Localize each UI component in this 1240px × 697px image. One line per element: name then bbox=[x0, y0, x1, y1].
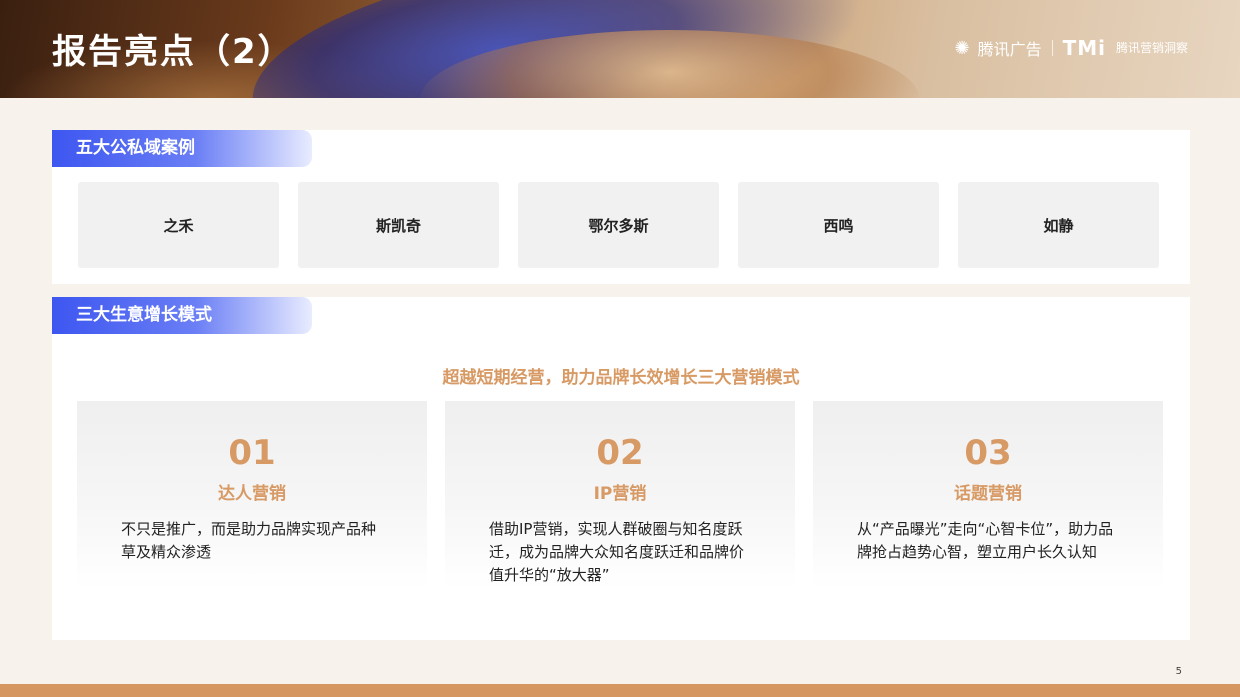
mode-description: 借助IP营销，实现人群破圈与知名度跃迁，成为品牌大众知名度跃迁和品牌价值升华的“… bbox=[489, 520, 745, 584]
mode-name: 达人营销 bbox=[218, 484, 286, 504]
page-number: 5 bbox=[1175, 666, 1182, 677]
cases-list: 之禾 斯凯奇 鄂尔多斯 西鸣 如静 bbox=[78, 182, 1159, 268]
case-card: 如静 bbox=[958, 182, 1159, 268]
mode-card: 02 IP营销 借助IP营销，实现人群破圈与知名度跃迁，成为品牌大众知名度跃迁和… bbox=[445, 401, 795, 589]
tmi-logo-text: 腾讯营销洞察 bbox=[1115, 41, 1188, 55]
mode-description: 从“产品曝光”走向“心智卡位”，助力品牌抢占趋势心智，塑立用户长久认知 bbox=[857, 520, 1114, 561]
mode-card: 01 达人营销 不只是推广，而是助力品牌实现产品种草及精众渗透 bbox=[77, 401, 427, 589]
modes-list: 01 达人营销 不只是推广，而是助力品牌实现产品种草及精众渗透 02 IP营销 … bbox=[77, 401, 1163, 589]
case-card: 鄂尔多斯 bbox=[518, 182, 719, 268]
tencent-ads-logo-icon: ✺ bbox=[954, 37, 969, 59]
tmi-logo: TMi bbox=[1062, 36, 1106, 60]
footer-bar bbox=[0, 684, 1240, 697]
section-subtitle: 超越短期经营，助力品牌长效增长三大营销模式 bbox=[442, 368, 800, 388]
case-card: 西鸣 bbox=[738, 182, 939, 268]
case-card: 之禾 bbox=[78, 182, 279, 268]
mode-name: IP营销 bbox=[593, 484, 647, 504]
mode-number: 03 bbox=[964, 433, 1012, 473]
page-title: 报告亮点（2） bbox=[52, 32, 294, 72]
brand-divider bbox=[1051, 40, 1053, 56]
section-tag-growth-modes: 三大生意增长模式 bbox=[52, 297, 312, 334]
mode-number: 01 bbox=[228, 433, 276, 473]
section-tag-cases: 五大公私域案例 bbox=[52, 130, 312, 167]
brand-logos: ✺ 腾讯广告 TMi 腾讯营销洞察 bbox=[954, 36, 1188, 60]
case-card: 斯凯奇 bbox=[298, 182, 499, 268]
mode-description: 不只是推广，而是助力品牌实现产品种草及精众渗透 bbox=[121, 520, 377, 561]
mode-name: 话题营销 bbox=[954, 484, 1022, 504]
mode-card: 03 话题营销 从“产品曝光”走向“心智卡位”，助力品牌抢占趋势心智，塑立用户长… bbox=[813, 401, 1163, 589]
brand-name: 腾讯广告 bbox=[977, 40, 1042, 59]
header-banner: 报告亮点（2） ✺ 腾讯广告 TMi 腾讯营销洞察 bbox=[0, 0, 1240, 98]
cases-panel: 五大公私域案例 之禾 斯凯奇 鄂尔多斯 西鸣 如静 bbox=[52, 130, 1190, 284]
mode-number: 02 bbox=[596, 433, 644, 473]
growth-modes-panel: 三大生意增长模式 超越短期经营，助力品牌长效增长三大营销模式 01 达人营销 不… bbox=[52, 297, 1190, 640]
